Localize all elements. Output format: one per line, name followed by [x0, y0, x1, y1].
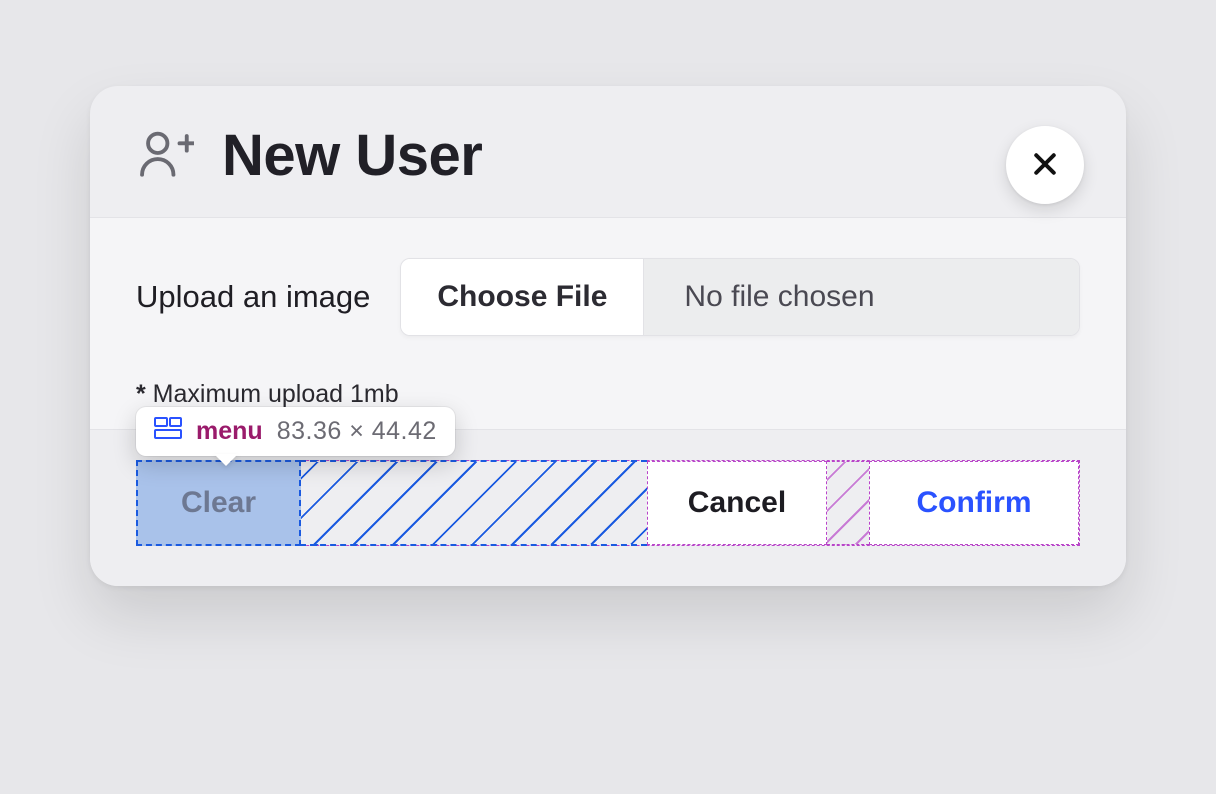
- gap-overlay: [827, 461, 869, 545]
- choose-file-button[interactable]: Choose File: [401, 259, 644, 335]
- hint-asterisk: *: [136, 380, 146, 408]
- flex-layout-icon: [154, 417, 182, 446]
- upload-hint: * Maximum upload 1mb menu 83.36 × 44.42: [136, 380, 1080, 409]
- new-user-dialog: New User Upload an image Choose File No …: [90, 86, 1126, 586]
- cancel-cell: Cancel: [647, 461, 827, 545]
- devtools-tag: menu: [196, 417, 263, 446]
- dialog-title: New User: [222, 122, 482, 189]
- file-status-text: No file chosen: [644, 259, 1079, 335]
- devtools-dimensions: 83.36 × 44.42: [277, 417, 437, 446]
- confirm-cell: Confirm: [869, 461, 1079, 545]
- devtools-tooltip: menu 83.36 × 44.42: [136, 407, 455, 456]
- close-icon: [1030, 149, 1060, 182]
- flex-spacer-overlay: [300, 460, 647, 546]
- close-button[interactable]: [1006, 126, 1084, 204]
- confirm-button[interactable]: Confirm: [917, 486, 1032, 520]
- dialog-body: Upload an image Choose File No file chos…: [90, 217, 1126, 430]
- cancel-button[interactable]: Cancel: [688, 486, 786, 520]
- file-input-group: Choose File No file chosen: [400, 258, 1080, 336]
- upload-image-label: Upload an image: [136, 279, 370, 315]
- user-plus-icon: [136, 124, 194, 187]
- dialog-header: New User: [90, 86, 1126, 217]
- clear-button[interactable]: Clear: [181, 486, 256, 520]
- actions-row: Clear Cancel Confirm: [136, 460, 1080, 546]
- clear-cell: Clear: [136, 460, 301, 546]
- hint-text: Maximum upload 1mb: [146, 380, 399, 408]
- upload-row: Upload an image Choose File No file chos…: [136, 258, 1080, 336]
